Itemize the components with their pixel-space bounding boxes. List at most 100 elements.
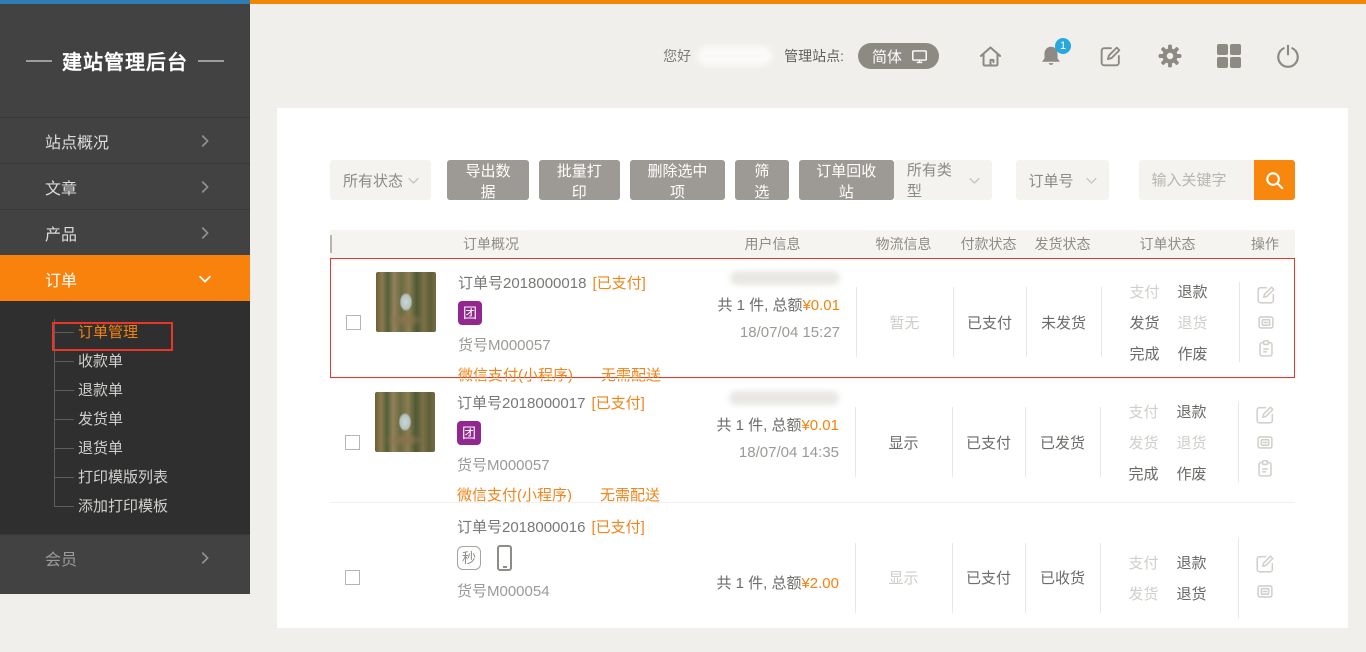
apps-icon[interactable] [1217,44,1241,68]
void-link[interactable]: 作废 [1177,463,1207,484]
order-recycle-bin-button[interactable]: 订单回收站 [799,160,894,200]
logistics-link[interactable]: 显示 [855,503,952,652]
compose-icon[interactable] [1098,44,1123,69]
shipping-status: 已收货 [1025,503,1100,652]
status-filter-value: 所有状态 [343,170,403,191]
void-link[interactable]: 作废 [1178,343,1208,364]
chevron-down-icon [196,270,214,288]
clipboard-icon[interactable] [1254,458,1276,480]
refund-link[interactable]: 退款 [1178,281,1208,302]
refund-link[interactable]: 退款 [1177,401,1207,422]
search-button[interactable] [1254,160,1295,200]
row-checkbox[interactable] [345,435,360,450]
power-icon[interactable] [1275,43,1301,69]
table-row: 订单号2018000018[已支付] 团 货号M000057 微信支付(小程序)… [330,258,1295,378]
order-summary: 共 1 件, 总额 [716,417,801,434]
order-number: 订单号2018000017 [457,395,585,412]
paid-tag: [已支付] [592,275,645,292]
logistics-link[interactable]: 暂无 [856,259,953,385]
filter-button[interactable]: 筛选 [735,160,789,200]
order-datetime: 18/07/04 15:27 [740,324,840,341]
edit-icon[interactable] [1255,284,1277,306]
payment-status: 已支付 [952,503,1025,652]
keyword-search-input[interactable] [1139,160,1254,200]
header-operations: 操作 [1235,234,1295,254]
header-order-overview: 订单概况 [375,234,690,254]
submenu-item-return-orders[interactable]: 退货单 [0,433,250,462]
strip-blue [0,0,250,4]
type-filter-dropdown[interactable]: 所有类型 [894,160,992,200]
sidebar-item-label: 站点概况 [45,129,109,153]
order-number: 订单号2018000018 [458,275,586,292]
keyword-field-dropdown[interactable]: 订单号 [1016,160,1110,200]
print-icon[interactable] [1254,580,1276,602]
group-buy-badge: 团 [458,301,482,325]
pay-link[interactable]: 支付 [1129,281,1159,302]
select-all-checkbox[interactable] [330,235,332,253]
group-buy-badge: 团 [457,421,481,445]
order-status-links: 支付 退款 发货 退货 [1128,552,1206,604]
topbar: 您好 管理站点: 简体 1 [250,4,1366,108]
bell-icon[interactable]: 1 [1038,43,1064,69]
edit-icon[interactable] [1254,404,1276,426]
ship-link[interactable]: 发货 [1129,312,1159,333]
product-thumbnail [375,516,435,576]
table-row: 订单号2018000016[已支付] 秒 货号M000054 共 1 件, 总额… [330,502,1295,652]
home-icon[interactable] [977,43,1004,70]
submenu-item-label: 退货单 [78,437,123,458]
export-data-button[interactable]: 导出数据 [447,160,528,200]
pay-link[interactable]: 支付 [1128,552,1158,573]
ship-link[interactable]: 发货 [1128,583,1158,604]
sidebar-item-site-overview[interactable]: 站点概况 [0,117,250,163]
submenu-item-print-template-list[interactable]: 打印模版列表 [0,462,250,491]
submenu-item-refund-orders[interactable]: 退款单 [0,375,250,404]
greeting-text: 您好 [663,46,691,66]
return-link[interactable]: 退货 [1177,583,1207,604]
delete-selected-button[interactable]: 删除选中项 [630,160,725,200]
pay-link[interactable]: 支付 [1128,401,1158,422]
shipping-status: 已发货 [1025,379,1100,505]
print-icon[interactable] [1255,311,1277,333]
complete-link[interactable]: 完成 [1128,463,1158,484]
header-shipping-status: 发货状态 [1025,234,1100,254]
submenu-item-shipping-orders[interactable]: 发货单 [0,404,250,433]
order-amount: ¥0.01 [801,417,839,434]
item-number: 货号M000057 [457,454,660,475]
manage-site-label: 管理站点: [784,46,844,66]
sidebar-item-products[interactable]: 产品 [0,209,250,255]
complete-link[interactable]: 完成 [1129,343,1159,364]
gear-icon[interactable] [1157,43,1183,69]
chevron-down-icon [967,173,982,188]
table-header-row: 订单概况 用户信息 物流信息 付款状态 发货状态 订单状态 操作 [330,230,1295,258]
product-thumbnail [375,392,435,452]
logistics-link[interactable]: 显示 [855,379,952,505]
topbar-icons: 1 [977,43,1301,70]
order-status-links: 支付 退款 发货 退货 完成 作废 [1129,281,1207,364]
return-link[interactable]: 退货 [1177,432,1207,453]
submenu-item-order-management[interactable]: 订单管理 [0,317,250,346]
batch-print-button[interactable]: 批量打印 [539,160,620,200]
submenu-item-add-print-template[interactable]: 添加打印模板 [0,491,250,520]
print-icon[interactable] [1254,431,1276,453]
chevron-down-icon [406,173,421,188]
submenu-item-label: 收款单 [78,350,123,371]
language-site-button[interactable]: 简体 [858,43,939,69]
chevron-right-icon [196,549,214,567]
app-title: 建站管理后台 [0,4,250,117]
ship-link[interactable]: 发货 [1128,432,1158,453]
sidebar-item-members[interactable]: 会员 [0,534,250,580]
header-logistics: 物流信息 [855,234,952,254]
sidebar: 建站管理后台 站点概况 文章 产品 订单 订单管理 收款单 退 [0,4,250,594]
clipboard-icon[interactable] [1255,338,1277,360]
submenu-item-receipts[interactable]: 收款单 [0,346,250,375]
row-checkbox[interactable] [345,570,360,585]
sidebar-item-orders[interactable]: 订单 [0,255,250,301]
sidebar-item-articles[interactable]: 文章 [0,163,250,209]
redacted-buyer-name [729,391,839,405]
refund-link[interactable]: 退款 [1177,552,1207,573]
row-checkbox[interactable] [346,315,361,330]
edit-icon[interactable] [1254,553,1276,575]
status-filter-dropdown[interactable]: 所有状态 [330,160,431,200]
header-order-status: 订单状态 [1100,234,1235,254]
return-link[interactable]: 退货 [1178,312,1208,333]
